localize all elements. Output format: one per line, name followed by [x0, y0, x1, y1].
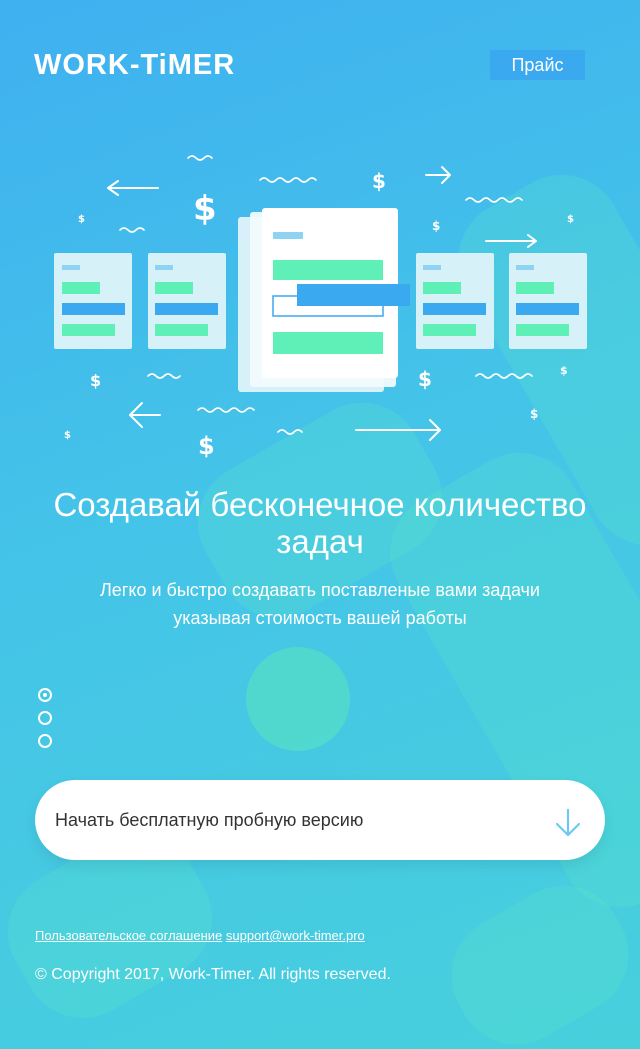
svg-text:$: $ — [198, 432, 215, 460]
copyright: © Copyright 2017, Work-Timer. All rights… — [35, 966, 391, 983]
svg-text:$: $ — [372, 169, 386, 193]
support-email-link[interactable]: support@work-timer.pro — [226, 928, 365, 943]
task-card-left-1 — [54, 253, 132, 349]
svg-text:$: $ — [560, 364, 568, 377]
svg-text:$: $ — [530, 407, 538, 421]
svg-text:$: $ — [90, 371, 101, 390]
svg-text:$: $ — [418, 367, 432, 391]
start-trial-label: Начать бесплатную пробную версию — [55, 810, 364, 830]
svg-text:$: $ — [567, 214, 574, 225]
price-button[interactable]: Прайс — [490, 50, 585, 80]
slider-dots — [38, 688, 52, 757]
tasks-illustration: $ $ $ $ $ $ $ $ $ $ $ — [54, 155, 587, 460]
svg-text:$: $ — [193, 189, 217, 229]
logo[interactable]: WORK-TiMER — [34, 50, 235, 80]
hero-subtitle-line: Легко и быстро создавать поставленые вам… — [99, 580, 540, 600]
start-trial-button[interactable]: Начать бесплатную пробную версию — [35, 780, 605, 860]
hero-subtitle-line: указывая стоимость вашей работы — [173, 608, 467, 628]
task-card-center — [238, 208, 410, 392]
svg-text:$: $ — [78, 214, 85, 225]
background-circle — [246, 647, 350, 751]
user-agreement-link[interactable]: Пользовательское соглашение — [35, 928, 222, 943]
slider-dot-1[interactable] — [38, 688, 52, 702]
slider-dot-2[interactable] — [38, 711, 52, 725]
page: WORK-TiMER Прайс $ $ $ $ $ $ $ $ $ $ $ С… — [0, 0, 640, 1049]
slider-dot-3[interactable] — [38, 734, 52, 748]
task-card-left-2 — [148, 253, 226, 349]
arrow-down-icon — [555, 808, 581, 837]
task-card-right-1 — [416, 253, 494, 349]
svg-text:$: $ — [64, 430, 71, 441]
task-card-right-2 — [509, 253, 587, 349]
footer-links: Пользовательское соглашение support@work… — [35, 928, 365, 943]
hero-subtitle: Легко и быстро создавать поставленые вам… — [40, 576, 600, 632]
svg-text:$: $ — [432, 219, 440, 233]
hero-title: Создавай бесконечное количество задач — [53, 486, 587, 560]
